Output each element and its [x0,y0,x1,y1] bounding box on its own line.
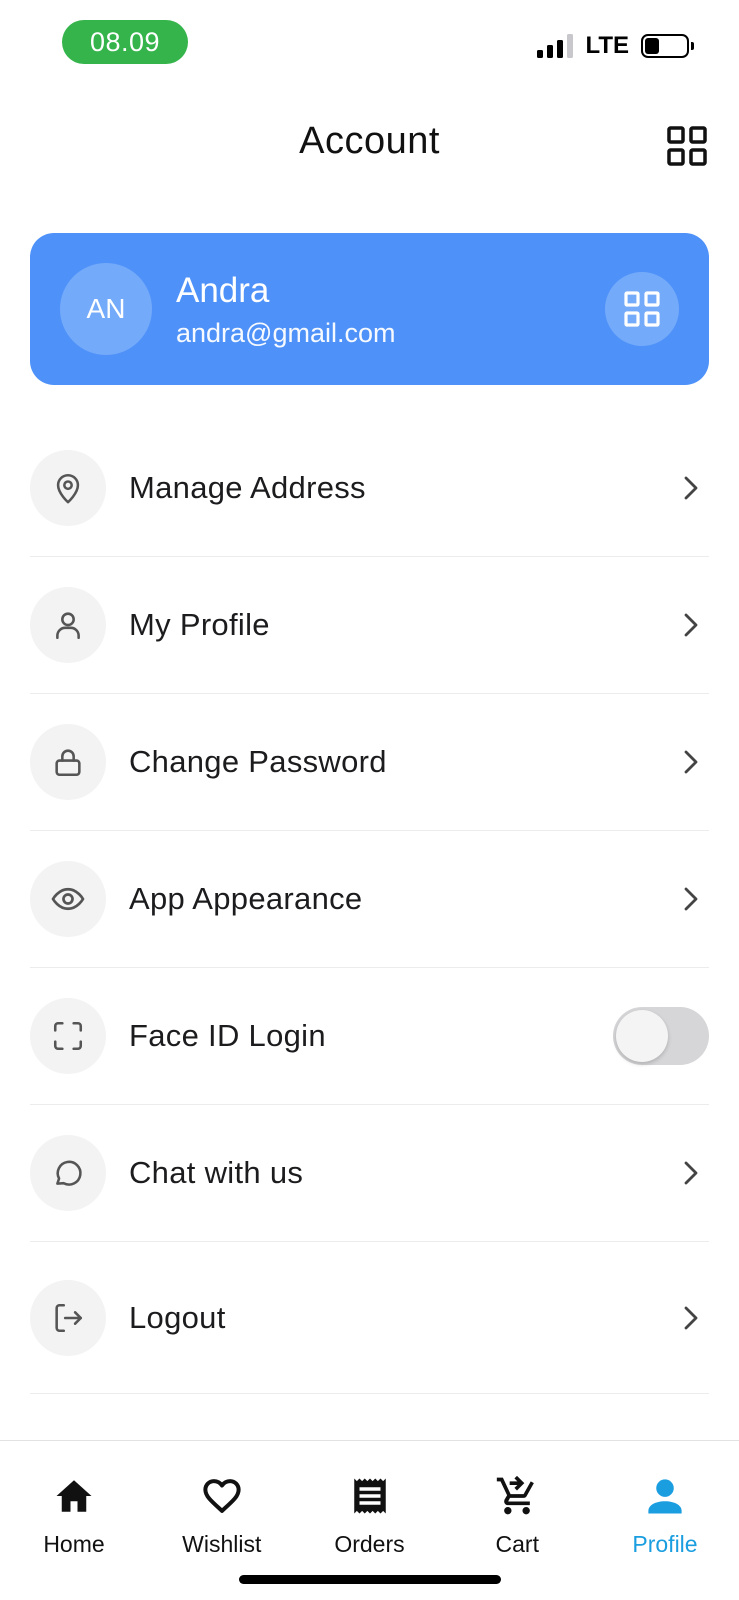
profile-name: Andra [176,270,270,310]
nav-label: Home [43,1531,105,1557]
eye-icon [30,861,106,937]
chevron-right-icon [669,1160,709,1186]
logout-icon [30,1279,106,1356]
chevron-right-icon [669,612,709,638]
chat-bubble-icon [30,1135,106,1211]
chevron-right-icon [669,886,709,912]
profile-card[interactable]: AN Andra andra@gmail.com [30,233,709,385]
nav-profile[interactable]: Profile [605,1473,725,1558]
menu-item-label: My Profile [129,607,270,642]
home-indicator [239,1575,501,1584]
nav-label: Cart [495,1531,539,1557]
receipt-icon [349,1473,391,1519]
menu-item-chat-with-us[interactable]: Chat with us [30,1105,709,1242]
toggle-knob [616,1010,668,1062]
bottom-nav: Home Wishlist Orders Cart Profile [0,1440,739,1600]
menu-item-face-id-login: Face ID Login [30,968,709,1105]
status-indicators: LTE [537,32,694,60]
settings-menu: Manage Address My Profile Change Passwor… [30,420,709,1394]
lock-icon [30,724,106,800]
menu-item-app-appearance[interactable]: App Appearance [30,831,709,968]
cart-icon [495,1473,539,1519]
chevron-right-icon [669,475,709,501]
location-pin-icon [30,450,106,526]
network-type: LTE [585,32,629,59]
menu-item-label: Logout [129,1299,226,1335]
nav-label: Orders [334,1531,405,1557]
heart-icon [200,1473,244,1519]
grid-icon[interactable] [665,124,709,168]
status-time: 08.09 [62,20,188,64]
home-icon [52,1473,96,1519]
user-icon [30,587,106,663]
menu-item-change-password[interactable]: Change Password [30,694,709,831]
menu-item-label: App Appearance [129,881,363,916]
signal-icon [537,34,574,58]
nav-wishlist[interactable]: Wishlist [162,1473,282,1558]
menu-item-my-profile[interactable]: My Profile [30,557,709,694]
header: Account [0,110,739,180]
menu-item-label: Face ID Login [129,1018,326,1053]
qr-grid-icon[interactable] [605,272,679,346]
nav-cart[interactable]: Cart [457,1473,577,1558]
profile-info: Andra andra@gmail.com [176,270,605,349]
status-bar: 08.09 LTE [0,0,739,90]
face-id-icon [30,998,106,1074]
face-id-toggle[interactable] [613,1007,709,1065]
chevron-right-icon [669,749,709,775]
menu-item-manage-address[interactable]: Manage Address [30,420,709,557]
nav-label: Profile [632,1531,698,1557]
menu-item-logout[interactable]: Logout [30,1242,709,1394]
menu-item-label: Chat with us [129,1155,304,1190]
page-title: Account [299,120,440,162]
avatar: AN [60,263,152,355]
profile-icon [644,1473,686,1519]
battery-icon [641,34,694,58]
profile-email: andra@gmail.com [176,317,396,348]
nav-orders[interactable]: Orders [310,1473,430,1558]
chevron-right-icon [669,1305,709,1331]
menu-item-label: Change Password [129,744,387,779]
menu-item-label: Manage Address [129,470,366,505]
nav-home[interactable]: Home [14,1473,134,1558]
nav-label: Wishlist [182,1531,262,1557]
